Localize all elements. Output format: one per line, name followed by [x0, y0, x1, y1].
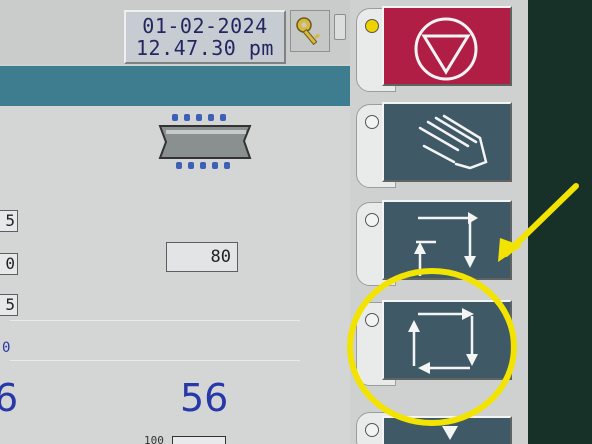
value-field-c[interactable]: 5	[0, 294, 18, 316]
datetime-display: 01-02-2024 12.47.30 pm	[124, 10, 286, 64]
continuous-cycle-icon	[408, 308, 478, 374]
auto-cycle-button[interactable]	[382, 300, 512, 380]
key-icon	[296, 17, 320, 46]
big-value-left: 6	[0, 376, 19, 420]
status-led	[365, 313, 379, 327]
hand-icon	[418, 114, 488, 170]
divider	[10, 320, 300, 321]
time-text: 12.47.30 pm	[136, 36, 274, 60]
chevron-down-icon	[442, 426, 458, 440]
key-access-button[interactable]	[290, 10, 330, 52]
access-indicator	[334, 14, 346, 40]
small-value-bottom: 100	[144, 434, 164, 444]
monitor-bezel	[528, 0, 592, 444]
value-field-b[interactable]: 0	[0, 253, 18, 275]
stop-button[interactable]	[382, 6, 512, 86]
manual-mode-button[interactable]	[382, 102, 512, 182]
value-field-a[interactable]: 5	[0, 210, 18, 232]
setpoint-field[interactable]: 80	[166, 242, 238, 272]
date-text: 01-02-2024	[142, 14, 268, 38]
semi-auto-cycle-button[interactable]	[382, 200, 512, 280]
status-led	[365, 213, 379, 227]
bottom-field[interactable]	[172, 436, 226, 444]
title-band	[0, 66, 360, 106]
next-page-button[interactable]	[382, 416, 512, 444]
status-bar: 01-02-2024 12.47.30 pm	[0, 0, 360, 64]
stop-triangle-icon	[414, 17, 478, 81]
divider	[10, 360, 300, 361]
status-led	[365, 115, 379, 129]
status-led	[365, 19, 379, 33]
roller-icon	[158, 114, 252, 169]
small-value-left: 0	[2, 340, 11, 356]
status-led	[365, 423, 379, 437]
big-value-center: 56	[180, 376, 229, 420]
single-cycle-icon	[414, 212, 478, 276]
hmi-screen: 01-02-2024 12.47.30 pm 5 0 5 80 0 6 56 1	[0, 0, 535, 444]
